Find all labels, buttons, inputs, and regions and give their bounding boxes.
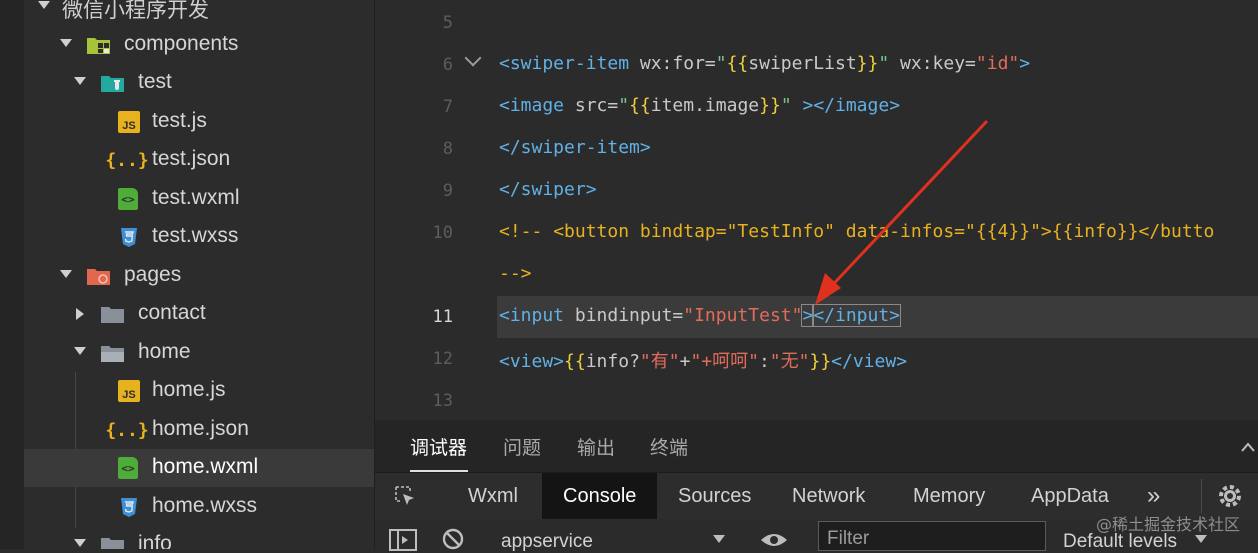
inspect-element-icon[interactable] [393,484,417,508]
chevron-down-icon[interactable] [60,270,72,278]
tree-item-label: home.json [152,417,249,440]
eye-icon[interactable] [759,531,789,549]
chevron-down-icon[interactable] [74,347,86,355]
watermark: @稀土掘金技术社区 [1095,515,1240,534]
line-number: 8 [442,139,453,159]
folder-test-icon [101,76,124,92]
tree-item-info[interactable]: info [24,526,374,549]
tree-item-label: info [138,532,172,549]
tree-item-label: home [138,340,191,363]
tab-debugger[interactable]: 调试器 [410,433,467,460]
code-editor[interactable]: 5 6 <swiper-item wx:for="{{swiperList}}"… [375,0,1258,420]
tree-item-label: components [124,32,239,55]
devtools-tab-memory[interactable]: Memory [898,473,1000,519]
line-number-active: 11 [432,307,453,327]
tree-item-label: home.wxml [152,455,259,478]
fold-chevron-icon[interactable] [464,49,482,67]
code-line[interactable]: <swiper-item wx:for="{{swiperList}}" wx:… [499,53,1030,74]
code-line[interactable]: </swiper-item> [499,137,651,158]
tree-root[interactable]: 微信小程序开发 [24,0,374,26]
tree-item-label: home.js [152,378,226,401]
tree-item-label: pages [124,263,182,286]
tree-item-test-folder[interactable]: test [24,64,374,102]
chevron-down-icon[interactable] [74,539,86,547]
line-number: 12 [432,349,453,369]
devtools-tab-console[interactable]: Console [542,473,658,519]
devtools-tab-sources[interactable]: Sources [663,473,766,519]
wxml-file-icon: <> [118,457,138,479]
tree-item-home-json[interactable]: {..} home.json [24,411,374,449]
css-file-icon [121,498,137,517]
line-number: 5 [442,13,453,33]
tree-item-home-js[interactable]: JS home.js [24,372,374,410]
chevron-down-icon[interactable] [74,77,86,85]
line-number: 10 [432,223,453,243]
tab-output[interactable]: 输出 [577,433,615,460]
levels-dropdown-icon[interactable] [1195,535,1207,543]
code-line[interactable]: <image src="{{item.image}}" ></image> [499,95,900,116]
line-number: 9 [442,181,453,201]
sidebar-toggle-icon[interactable] [389,529,417,551]
tree-item-test-wxss[interactable]: test.wxss [24,218,374,256]
explorer-gutter [0,0,24,549]
file-explorer: 微信小程序开发 components test JS test.js {..} … [0,0,375,549]
chevron-down-icon[interactable] [60,39,72,47]
folder-icon [101,307,124,323]
annotation-arrow-head [815,273,841,305]
code-line[interactable]: </swiper> [499,179,597,200]
tree-item-label: test.wxml [152,186,240,209]
code-line[interactable]: --> [499,263,532,284]
tab-problems[interactable]: 问题 [503,433,541,460]
json-file-icon: {..} [105,149,149,171]
tree-item-label: home.wxss [152,494,258,517]
line-number: 13 [432,391,453,411]
tree-item-test-json[interactable]: {..} test.json [24,141,374,179]
json-file-icon: {..} [105,419,149,441]
tab-terminal[interactable]: 终端 [650,433,688,460]
tree-item-label: test.js [152,109,207,132]
chevron-right-icon[interactable] [76,308,84,320]
clear-console-icon[interactable] [441,527,465,551]
tree-item-components[interactable]: components [24,26,374,64]
css-file-icon [121,228,137,247]
tree-item-test-wxml[interactable]: <> test.wxml [24,180,374,218]
tree-item-label: contact [138,301,206,324]
context-dropdown-icon[interactable] [713,535,725,543]
tree-item-label: test [138,70,172,93]
code-line[interactable]: <view>{{info?"有"+"+呵呵":"无"}}</view> [499,347,907,373]
tree-item-contact[interactable]: contact [24,295,374,333]
javascript-file-icon: JS [118,111,140,133]
line-number: 7 [442,97,453,117]
chevron-down-icon[interactable] [38,1,50,9]
annotation-arrow [815,119,989,305]
tree-item-test-js[interactable]: JS test.js [24,103,374,141]
context-select[interactable]: appservice [501,531,593,553]
console-filter-input[interactable]: Filter [818,521,1046,551]
annotation-arrow-line [823,119,989,295]
tree-item-home[interactable]: home [24,334,374,372]
folder-open-icon [101,538,124,549]
tree-item-home-wxml[interactable]: <> home.wxml [24,449,374,487]
folder-open-icon [101,346,124,362]
devtools-tab-network[interactable]: Network [777,473,880,519]
wxml-file-icon: <> [118,188,138,210]
tree-item-label: test.json [152,147,231,170]
tree-item-label: test.wxss [152,224,239,247]
toolbar-divider [1201,479,1202,513]
tree-root-label: 微信小程序开发 [62,0,209,22]
folder-components-icon [87,38,110,54]
javascript-file-icon: JS [118,380,140,402]
tree-item-pages[interactable]: pages [24,257,374,295]
gear-icon[interactable] [1217,483,1243,509]
devtools-tab-wxml[interactable]: Wxml [453,473,533,519]
tree-item-home-wxss[interactable]: home.wxss [24,488,374,526]
line-number: 6 [442,55,453,75]
folder-pages-icon [87,269,110,285]
chevron-up-icon[interactable] [1241,442,1255,452]
